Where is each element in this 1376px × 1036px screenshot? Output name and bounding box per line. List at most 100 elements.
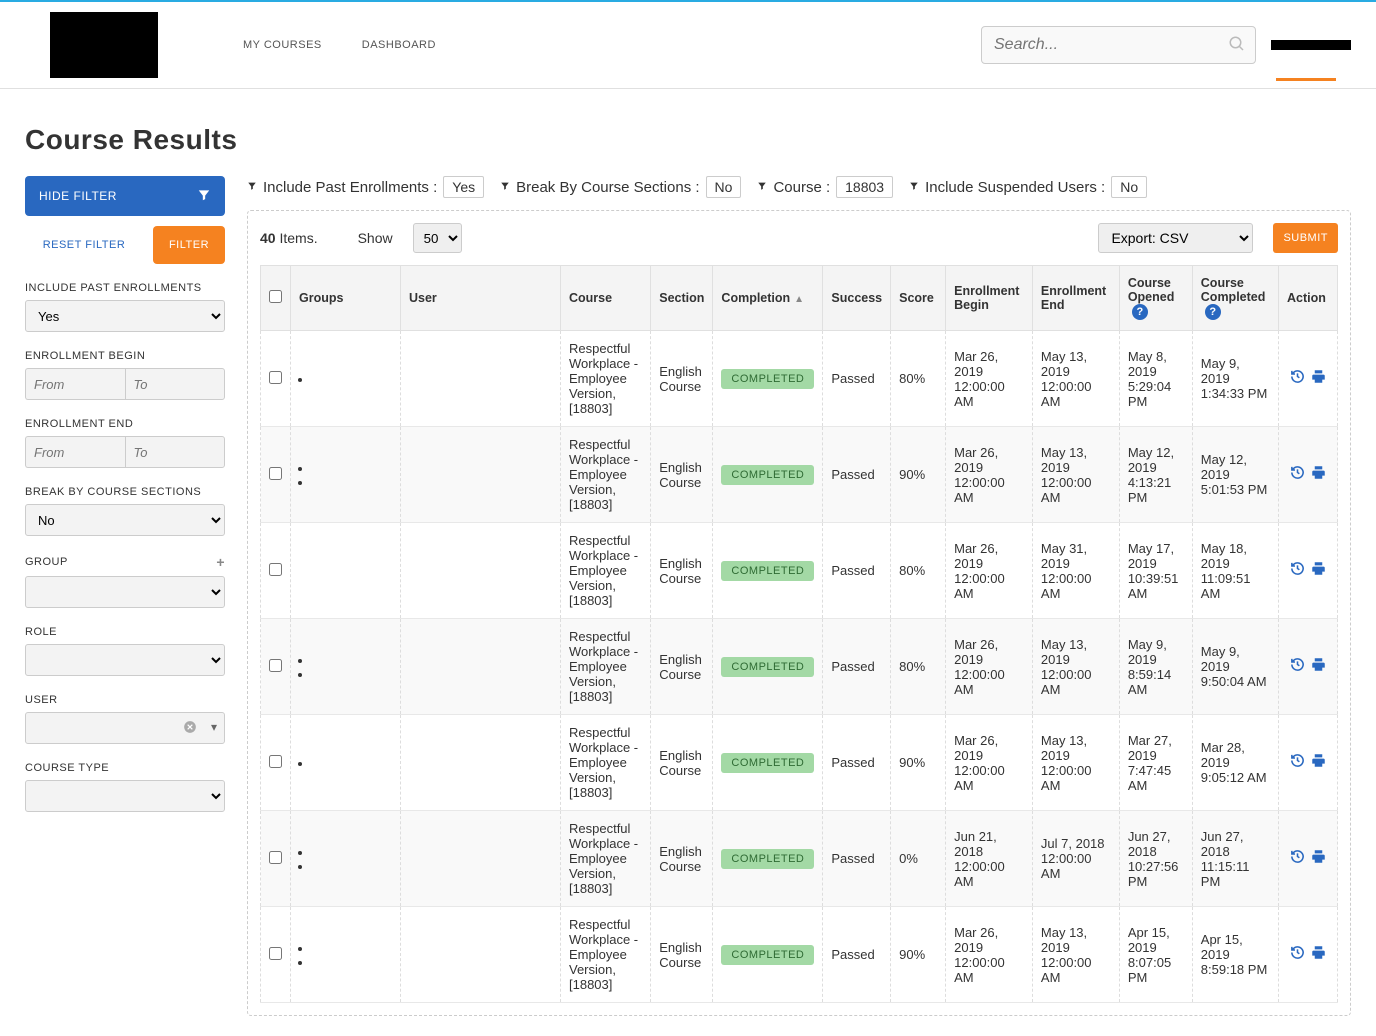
row-checkbox[interactable] bbox=[269, 563, 282, 576]
nav-dashboard[interactable]: DASHBOARD bbox=[362, 39, 436, 51]
cell-enroll-end: May 13, 2019 12:00:00 AM bbox=[1032, 619, 1119, 715]
print-icon[interactable] bbox=[1311, 753, 1326, 772]
print-icon[interactable] bbox=[1311, 465, 1326, 484]
col-action: Action bbox=[1279, 266, 1338, 331]
col-completed[interactable]: Course Completed? bbox=[1192, 266, 1278, 331]
row-checkbox[interactable] bbox=[269, 659, 282, 672]
cell-completion: COMPLETED bbox=[713, 907, 823, 1003]
break-sections-select[interactable]: No bbox=[25, 504, 225, 536]
select-all-checkbox[interactable] bbox=[269, 290, 282, 303]
cell-actions bbox=[1279, 331, 1338, 427]
row-checkbox[interactable] bbox=[269, 467, 282, 480]
history-icon[interactable] bbox=[1290, 945, 1305, 964]
cell-completed: Mar 28, 2019 9:05:12 AM bbox=[1192, 715, 1278, 811]
include-past-select[interactable]: Yes bbox=[25, 300, 225, 332]
print-icon[interactable] bbox=[1311, 849, 1326, 868]
enroll-begin-to[interactable] bbox=[125, 368, 226, 400]
col-checkbox bbox=[261, 266, 291, 331]
nav-my-courses[interactable]: MY COURSES bbox=[243, 39, 322, 51]
search-icon[interactable] bbox=[1228, 35, 1246, 58]
print-icon[interactable] bbox=[1311, 369, 1326, 388]
results-table: Groups User Course Section Completion▲ S… bbox=[260, 265, 1338, 1003]
history-icon[interactable] bbox=[1290, 369, 1305, 388]
history-icon[interactable] bbox=[1290, 561, 1305, 580]
filter-chip: Break By Course Sections : No bbox=[500, 176, 741, 198]
table-row: Respectful Workplace - Employee Version,… bbox=[261, 523, 1338, 619]
cell-score: 90% bbox=[891, 907, 946, 1003]
col-groups[interactable]: Groups bbox=[291, 266, 401, 331]
group-select[interactable] bbox=[25, 576, 225, 608]
table-row: Respectful Workplace - Employee Version,… bbox=[261, 619, 1338, 715]
reset-filter-button[interactable]: RESET FILTER bbox=[25, 226, 143, 264]
cell-course: Respectful Workplace - Employee Version,… bbox=[561, 715, 651, 811]
hide-filter-button[interactable]: HIDE FILTER bbox=[25, 176, 225, 216]
col-user[interactable]: User bbox=[401, 266, 561, 331]
enroll-begin-from[interactable] bbox=[25, 368, 125, 400]
plus-icon[interactable]: + bbox=[216, 554, 225, 570]
cell-enroll-end: Jul 7, 2018 12:00:00 AM bbox=[1032, 811, 1119, 907]
chevron-down-icon[interactable]: ▾ bbox=[211, 720, 217, 734]
search-input[interactable] bbox=[981, 26, 1256, 64]
cell-user bbox=[401, 331, 561, 427]
cell-groups bbox=[291, 907, 401, 1003]
group-bullet bbox=[313, 475, 392, 489]
print-icon[interactable] bbox=[1311, 657, 1326, 676]
export-select[interactable]: Export: CSV bbox=[1098, 223, 1253, 253]
show-label: Show bbox=[358, 230, 393, 246]
cell-enroll-end: May 13, 2019 12:00:00 AM bbox=[1032, 907, 1119, 1003]
filter-button[interactable]: FILTER bbox=[153, 226, 225, 264]
completed-badge: COMPLETED bbox=[721, 561, 814, 581]
col-opened[interactable]: Course Opened? bbox=[1119, 266, 1192, 331]
submit-button[interactable]: SUBMIT bbox=[1273, 223, 1338, 253]
col-completion[interactable]: Completion▲ bbox=[713, 266, 823, 331]
cell-completed: May 9, 2019 1:34:33 PM bbox=[1192, 331, 1278, 427]
help-icon[interactable]: ? bbox=[1205, 304, 1221, 320]
row-checkbox[interactable] bbox=[269, 755, 282, 768]
hide-filter-label: HIDE FILTER bbox=[39, 189, 117, 203]
row-checkbox[interactable] bbox=[269, 851, 282, 864]
cell-enroll-begin: Mar 26, 2019 12:00:00 AM bbox=[946, 427, 1033, 523]
main-nav: MY COURSES DASHBOARD bbox=[243, 39, 436, 51]
col-enroll-end[interactable]: Enrollment End bbox=[1032, 266, 1119, 331]
col-course[interactable]: Course bbox=[561, 266, 651, 331]
funnel-icon bbox=[247, 181, 257, 194]
history-icon[interactable] bbox=[1290, 849, 1305, 868]
page-size-select[interactable]: 50 bbox=[413, 223, 462, 253]
group-bullet bbox=[313, 756, 392, 770]
cell-completed: May 12, 2019 5:01:53 PM bbox=[1192, 427, 1278, 523]
table-row: Respectful Workplace - Employee Version,… bbox=[261, 715, 1338, 811]
cell-opened: May 12, 2019 4:13:21 PM bbox=[1119, 427, 1192, 523]
cell-enroll-begin: Jun 21, 2018 12:00:00 AM bbox=[946, 811, 1033, 907]
funnel-icon bbox=[757, 181, 767, 194]
cell-opened: Apr 15, 2019 8:07:05 PM bbox=[1119, 907, 1192, 1003]
role-select[interactable] bbox=[25, 644, 225, 676]
user-label: USER bbox=[25, 694, 225, 706]
cell-enroll-end: May 13, 2019 12:00:00 AM bbox=[1032, 715, 1119, 811]
print-icon[interactable] bbox=[1311, 561, 1326, 580]
filter-chip-value: No bbox=[706, 176, 742, 198]
group-bullet bbox=[313, 461, 392, 475]
row-checkbox[interactable] bbox=[269, 371, 282, 384]
help-icon[interactable]: ? bbox=[1132, 304, 1148, 320]
enroll-end-label: ENROLLMENT END bbox=[25, 418, 225, 430]
cell-enroll-begin: Mar 26, 2019 12:00:00 AM bbox=[946, 907, 1033, 1003]
course-type-select[interactable] bbox=[25, 780, 225, 812]
history-icon[interactable] bbox=[1290, 465, 1305, 484]
col-score[interactable]: Score bbox=[891, 266, 946, 331]
user-menu[interactable] bbox=[1271, 40, 1351, 50]
group-bullet bbox=[313, 845, 392, 859]
cell-enroll-end: May 13, 2019 12:00:00 AM bbox=[1032, 427, 1119, 523]
print-icon[interactable] bbox=[1311, 945, 1326, 964]
enroll-end-to[interactable] bbox=[125, 436, 226, 468]
filter-chip-label: Break By Course Sections : bbox=[516, 179, 699, 196]
col-success[interactable]: Success bbox=[823, 266, 891, 331]
row-checkbox[interactable] bbox=[269, 947, 282, 960]
history-icon[interactable] bbox=[1290, 657, 1305, 676]
col-enroll-begin[interactable]: Enrollment Begin bbox=[946, 266, 1033, 331]
enroll-end-from[interactable] bbox=[25, 436, 125, 468]
col-section[interactable]: Section bbox=[651, 266, 713, 331]
course-type-label: COURSE TYPE bbox=[25, 762, 225, 774]
cell-section: English Course bbox=[651, 331, 713, 427]
clear-icon[interactable] bbox=[183, 720, 197, 737]
history-icon[interactable] bbox=[1290, 753, 1305, 772]
